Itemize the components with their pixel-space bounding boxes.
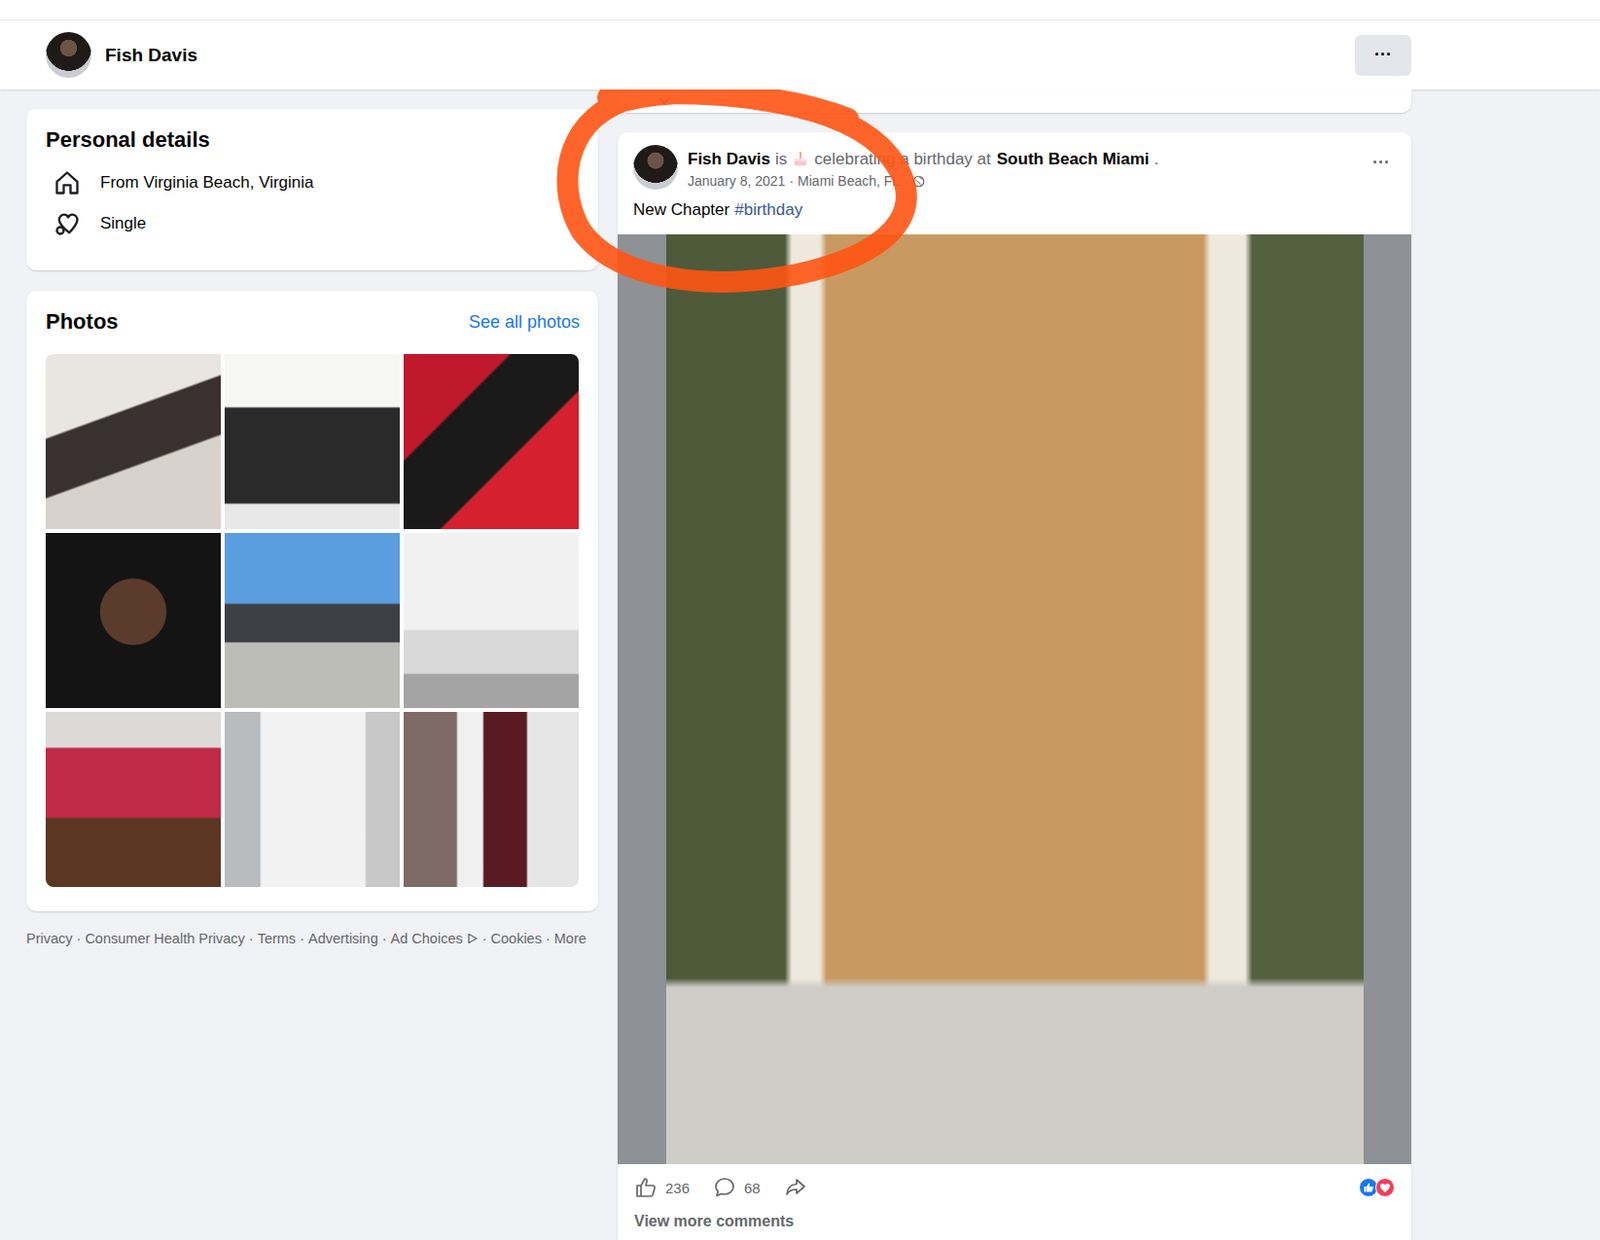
profile-avatar[interactable]	[45, 32, 92, 78]
footer-link[interactable]: Ad Choices	[391, 928, 463, 949]
post-photo[interactable]	[666, 234, 1364, 1165]
footer-link[interactable]: Advertising	[308, 928, 379, 949]
profile-name[interactable]: Fish Davis	[105, 44, 198, 67]
post-photo-frame	[617, 234, 1412, 1165]
love-reaction-icon	[1375, 1177, 1395, 1198]
public-globe-icon	[912, 175, 925, 188]
detail-row: Single	[45, 210, 579, 238]
post-location-separator: ·	[903, 173, 909, 189]
detail-row: From Virginia Beach, Virginia	[45, 169, 579, 197]
post-date[interactable]: January 8, 2021	[687, 173, 785, 189]
orange-circle-annotation	[0, 89, 1600, 479]
post-author-avatar[interactable]	[633, 144, 678, 190]
thumbs-up-icon	[634, 1175, 658, 1200]
chevron-down-icon[interactable]	[658, 97, 671, 106]
comment-bubble-icon	[712, 1175, 737, 1200]
right-column: Fish Davis is celebrating a birthday at …	[617, 89, 1412, 1240]
photo-tile[interactable]	[45, 533, 221, 709]
post-subline: January 8, 2021 · Miami Beach, FL ·	[687, 173, 1357, 189]
personal-details-card: Personal details From Virginia Beach, Vi…	[26, 108, 599, 271]
personal-details-title: Personal details	[45, 126, 579, 154]
facebook-profile-page: Fish Davis ··· Personal details From Vir…	[0, 0, 1600, 1240]
photo-tile[interactable]	[224, 533, 400, 709]
like-action[interactable]: 236	[634, 1175, 690, 1200]
photo-tile[interactable]	[224, 354, 400, 530]
photo-grid	[45, 354, 579, 888]
post-text: New Chapter #birthday	[617, 189, 1412, 235]
footer-link[interactable]: More	[554, 928, 587, 949]
share-arrow-icon	[783, 1175, 808, 1200]
comment-action[interactable]: 68	[712, 1175, 761, 1200]
previous-post-card	[617, 89, 1412, 113]
comment-count: 68	[744, 1179, 761, 1197]
post-activity: celebrating a birthday at	[814, 148, 991, 171]
post-place[interactable]: South Beach Miami	[996, 148, 1150, 171]
footer-separator: ·	[382, 928, 388, 949]
post-verb: is	[775, 148, 787, 171]
footer-separator: ·	[482, 928, 488, 949]
detail-text: Single	[100, 213, 146, 234]
reaction-icons[interactable]	[1358, 1177, 1395, 1198]
like-count: 236	[665, 1179, 690, 1197]
photo-tile[interactable]	[403, 711, 579, 888]
post-hashtag[interactable]: #birthday	[734, 199, 803, 221]
share-action[interactable]	[783, 1175, 808, 1200]
footer-links: Privacy ·Consumer Health Privacy ·Terms …	[26, 928, 599, 949]
footer-link[interactable]: Privacy	[26, 928, 73, 949]
footer-link[interactable]: Consumer Health Privacy	[84, 928, 245, 949]
ad-choices-icon	[466, 932, 479, 945]
profile-content: Personal details From Virginia Beach, Vi…	[0, 89, 1600, 1240]
birthday-post: Fish Davis is celebrating a birthday at …	[617, 132, 1412, 1240]
relationship-heart-icon	[53, 210, 81, 238]
left-column: Personal details From Virginia Beach, Vi…	[26, 108, 599, 1240]
photo-tile[interactable]	[403, 354, 579, 530]
post-actions: 236 68	[617, 1164, 1412, 1208]
post-title-line: Fish Davis is celebrating a birthday at …	[687, 148, 1357, 171]
post-author[interactable]: Fish Davis	[687, 148, 771, 171]
post-caption: New Chapter	[633, 199, 730, 221]
post-location[interactable]: Miami Beach, FL	[797, 173, 900, 189]
footer-link[interactable]: Cookies	[491, 928, 542, 949]
profile-bar: Fish Davis ···	[0, 20, 1600, 90]
home-icon	[53, 169, 81, 197]
photo-tile[interactable]	[224, 711, 400, 888]
post-date-separator: ·	[788, 173, 794, 189]
post-period: .	[1154, 148, 1160, 171]
detail-text: From Virginia Beach, Virginia	[100, 173, 315, 193]
footer-separator: ·	[545, 928, 551, 949]
see-all-photos-link[interactable]: See all photos	[468, 312, 580, 333]
birthday-cake-icon	[791, 150, 810, 169]
post-menu-button[interactable]: ···	[1366, 144, 1396, 181]
photos-card: Photos See all photos	[26, 290, 599, 912]
footer-separator: ·	[76, 928, 82, 949]
profile-menu-button[interactable]: ···	[1354, 35, 1412, 76]
footer-link[interactable]: Terms	[257, 928, 296, 949]
footer-separator: ·	[248, 928, 254, 949]
view-more-comments[interactable]: View more comments	[617, 1207, 1412, 1240]
photo-tile[interactable]	[45, 354, 221, 530]
photos-title: Photos	[45, 308, 119, 336]
photo-tile[interactable]	[403, 533, 579, 709]
footer-separator: ·	[299, 928, 305, 949]
top-strip	[0, 0, 1600, 21]
photo-tile[interactable]	[45, 711, 221, 888]
